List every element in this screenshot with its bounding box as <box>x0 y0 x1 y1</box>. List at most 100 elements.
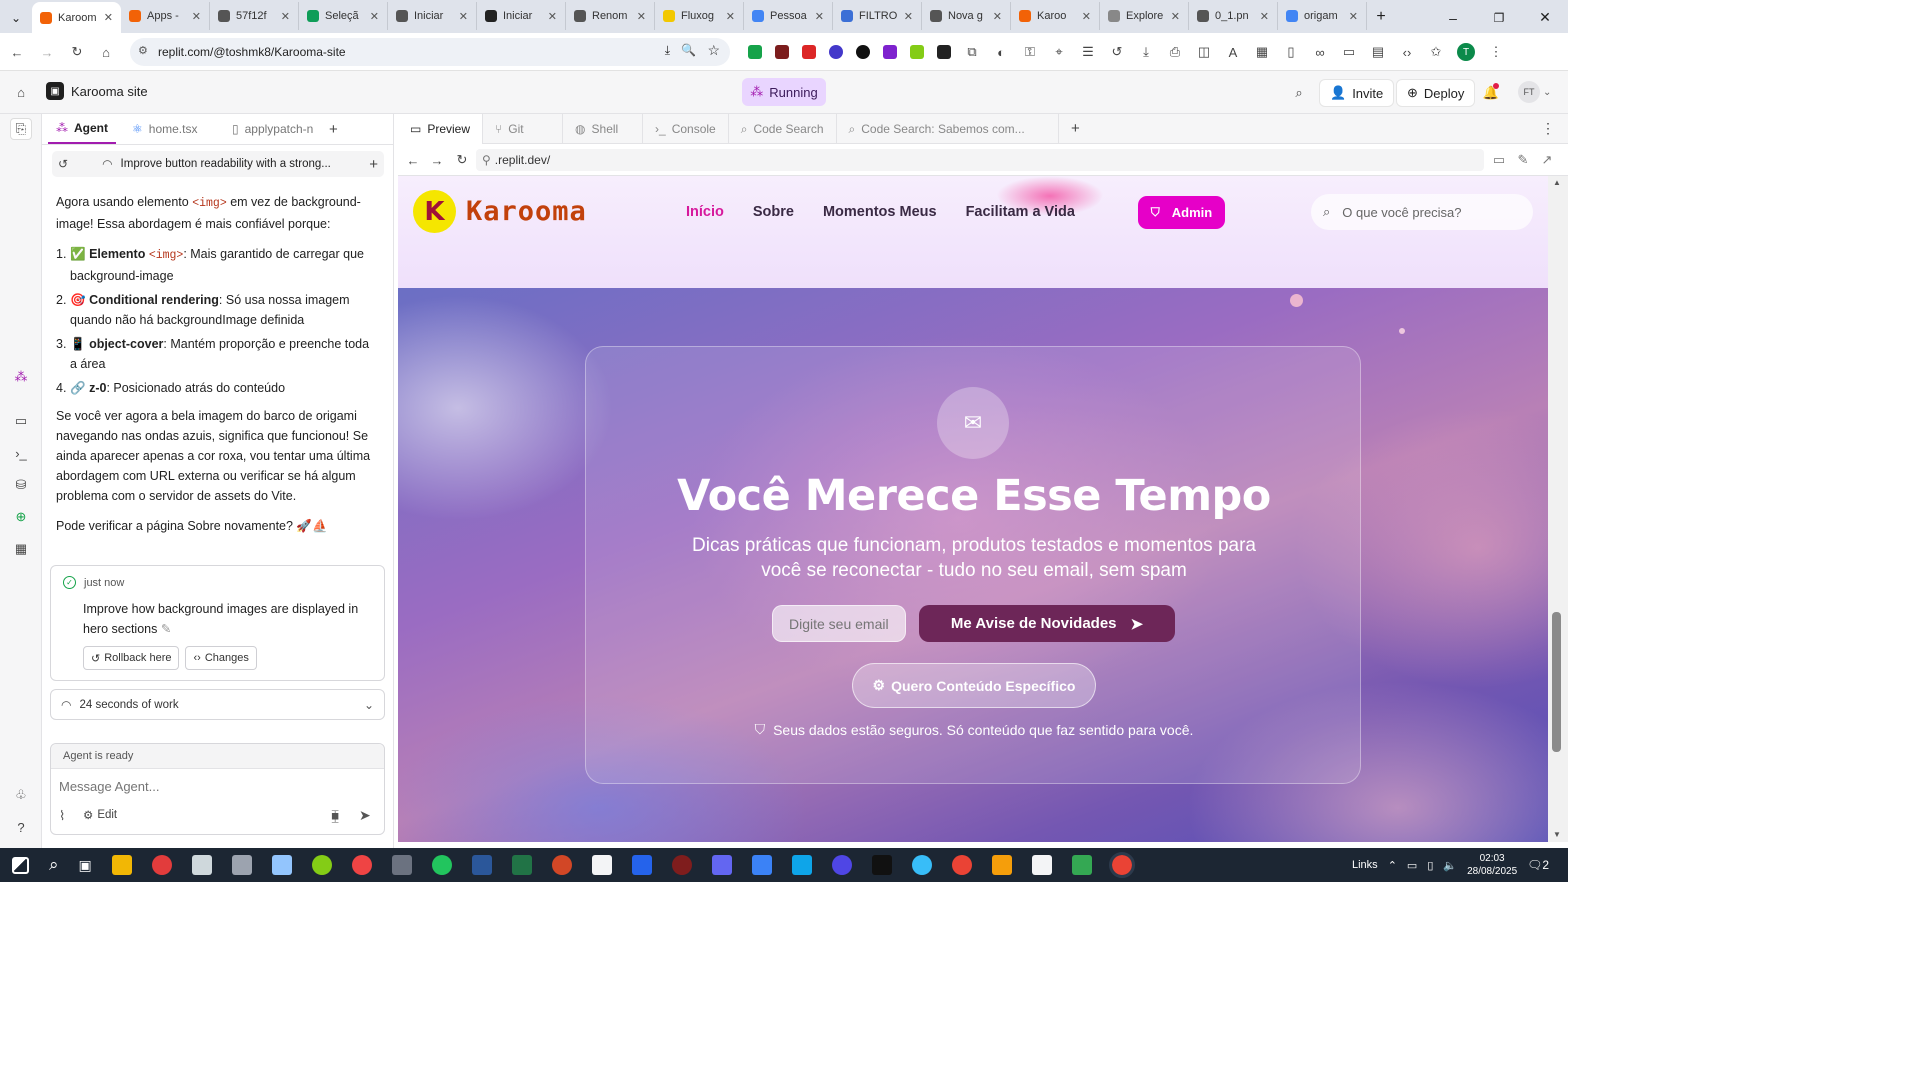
app-icon[interactable] <box>911 855 932 875</box>
excel-icon[interactable] <box>511 855 532 875</box>
database-icon[interactable]: ⛁ <box>10 474 32 496</box>
run-button[interactable]: ⁂ Running <box>742 78 826 106</box>
apps-grid-icon[interactable]: ▦ <box>10 538 32 560</box>
more-icon[interactable]: ⋮ <box>1541 120 1555 137</box>
app-icon[interactable] <box>431 855 452 875</box>
app-icon[interactable] <box>351 855 372 875</box>
browser-tab[interactable]: Explore ✕ <box>1100 2 1189 30</box>
download-icon[interactable]: ⤓ <box>1138 44 1154 60</box>
tab-applypatch[interactable]: ▯ applypatch-n <box>232 114 313 144</box>
browser-tab[interactable]: Apps - ✕ <box>121 2 210 30</box>
preview-icon[interactable]: ▭ <box>10 410 32 432</box>
link-icon[interactable]: ∞ <box>1312 44 1328 60</box>
reading-list-icon[interactable]: ☰ <box>1080 44 1096 60</box>
app-icon[interactable] <box>831 855 852 875</box>
app-icon[interactable] <box>991 855 1012 875</box>
back-icon[interactable]: ← <box>6 41 28 63</box>
agent-icon[interactable]: ⁂ <box>10 366 32 388</box>
devtools-icon[interactable]: ✎ <box>1512 149 1534 171</box>
app-icon[interactable] <box>391 855 412 875</box>
start-icon[interactable] <box>12 856 29 874</box>
file-explorer-icon[interactable] <box>111 855 132 875</box>
message-input[interactable] <box>59 775 377 797</box>
reload-icon[interactable]: ↻ <box>451 149 473 171</box>
tab-home-tsx[interactable]: ⚛ home.tsx <box>132 114 197 144</box>
open-new-tab-icon[interactable]: ↗ <box>1536 149 1558 171</box>
qr-icon[interactable]: ▦ <box>1254 44 1270 60</box>
admin-button[interactable]: ⛉ Admin <box>1138 196 1225 229</box>
extension-icon[interactable] <box>748 45 762 59</box>
site-nav-link[interactable]: Facilitam a Vida <box>966 204 1075 220</box>
preview-scrollbar[interactable]: ▲ ▼ <box>1548 176 1568 842</box>
extension-icon[interactable] <box>910 45 924 59</box>
minimize-icon[interactable]: – <box>1430 10 1476 26</box>
browser-tab[interactable]: Iniciar ✕ <box>388 2 477 30</box>
volume-icon[interactable]: 🔈 <box>1443 859 1457 872</box>
scrollbar-thumb[interactable] <box>1552 612 1561 752</box>
add-tab-button[interactable]: + <box>329 114 338 144</box>
new-tab-button[interactable]: + <box>1367 3 1395 31</box>
table-icon[interactable]: ▤ <box>1370 44 1386 60</box>
scroll-up-icon[interactable]: ▲ <box>1553 178 1561 187</box>
notepad-icon[interactable] <box>591 855 612 875</box>
incognito-icon[interactable]: ◐ <box>993 44 1009 60</box>
app-icon[interactable] <box>791 855 812 875</box>
app-icon[interactable] <box>711 855 732 875</box>
close-tab-icon[interactable]: ✕ <box>104 11 113 24</box>
browser-tab[interactable]: FILTRO ✕ <box>833 2 922 30</box>
files-toggle-icon[interactable]: ⎘ <box>10 118 32 140</box>
notification-center-icon[interactable]: 🗨2 <box>1527 858 1549 872</box>
shell-icon[interactable]: ›_ <box>10 442 32 464</box>
app-icon[interactable] <box>671 855 692 875</box>
notifications-icon[interactable]: ♧ <box>10 784 32 806</box>
tab-code-search[interactable]: ⌕ Code Search <box>729 114 837 144</box>
tab-git[interactable]: ⑂ Git <box>483 114 564 144</box>
close-tab-icon[interactable]: ✕ <box>1260 10 1269 23</box>
send-icon[interactable]: ➤ <box>359 807 371 824</box>
close-tab-icon[interactable]: ✕ <box>726 10 735 23</box>
site-logo[interactable]: K Karooma <box>413 190 587 233</box>
site-nav-link[interactable]: Início <box>686 204 724 220</box>
app-icon[interactable] <box>751 855 772 875</box>
screenshot-icon[interactable]: ◫ <box>1196 44 1212 60</box>
browser-tab[interactable]: Seleçã ✕ <box>299 2 388 30</box>
home-icon[interactable]: ⌂ <box>10 81 32 103</box>
clock[interactable]: 02:03 28/08/2025 <box>1467 852 1517 878</box>
extension-icon[interactable] <box>802 45 816 59</box>
deploy-button[interactable]: ⊕ Deploy <box>1396 79 1476 107</box>
menu-icon[interactable]: ⋮ <box>1488 44 1504 60</box>
browser-tab[interactable]: 0_1.pn ✕ <box>1189 2 1278 30</box>
browser-tab[interactable]: Fluxog ✕ <box>655 2 744 30</box>
browser-tab[interactable]: Iniciar ✕ <box>477 2 566 30</box>
browser-tab[interactable]: Nova g ✕ <box>922 2 1011 30</box>
close-tab-icon[interactable]: ✕ <box>1082 10 1091 23</box>
zoom-icon[interactable]: 🔍 <box>681 43 696 57</box>
user-menu[interactable]: FT ⌄ <box>1518 81 1551 103</box>
site-search-input[interactable]: ⌕ O que você precisa? <box>1311 194 1533 230</box>
site-nav-link[interactable]: Sobre <box>753 204 794 220</box>
history-icon[interactable]: ↺ <box>1109 44 1125 60</box>
close-tab-icon[interactable]: ✕ <box>637 10 646 23</box>
browser-tab[interactable]: origam ✕ <box>1278 2 1367 30</box>
location-icon[interactable]: ⌖ <box>1051 44 1067 60</box>
add-pane-tab-button[interactable]: + <box>1071 120 1080 137</box>
site-info-icon[interactable]: ⚙ <box>138 44 148 57</box>
search-icon[interactable]: ⌕ <box>1288 82 1310 104</box>
rollback-button[interactable]: ↺ Rollback here <box>83 646 180 670</box>
extension-icon[interactable] <box>829 45 843 59</box>
close-tab-icon[interactable]: ✕ <box>370 10 379 23</box>
devices-icon[interactable]: ▭ <box>1488 149 1510 171</box>
close-tab-icon[interactable]: ✕ <box>1171 10 1180 23</box>
restore-icon[interactable]: ❐ <box>1476 11 1522 25</box>
tab-agent[interactable]: ⁂ Agent <box>48 114 116 144</box>
app-icon[interactable] <box>191 855 212 875</box>
tab-preview[interactable]: ▭ Preview <box>398 114 484 144</box>
specific-content-button[interactable]: ⚙ Quero Conteúdo Específico <box>852 663 1096 708</box>
forward-icon[interactable]: → <box>426 149 448 171</box>
app-icon[interactable] <box>271 855 292 875</box>
extension-icon[interactable] <box>937 45 951 59</box>
network-icon[interactable]: ▭ <box>1407 859 1417 872</box>
browser-tab[interactable]: Renom ✕ <box>566 2 655 30</box>
address-bar[interactable]: ⚙ replit.com/@toshmk8/Karooma-site ⤓ 🔍 ☆ <box>130 38 730 66</box>
globe-icon[interactable]: ⊕ <box>10 506 32 528</box>
